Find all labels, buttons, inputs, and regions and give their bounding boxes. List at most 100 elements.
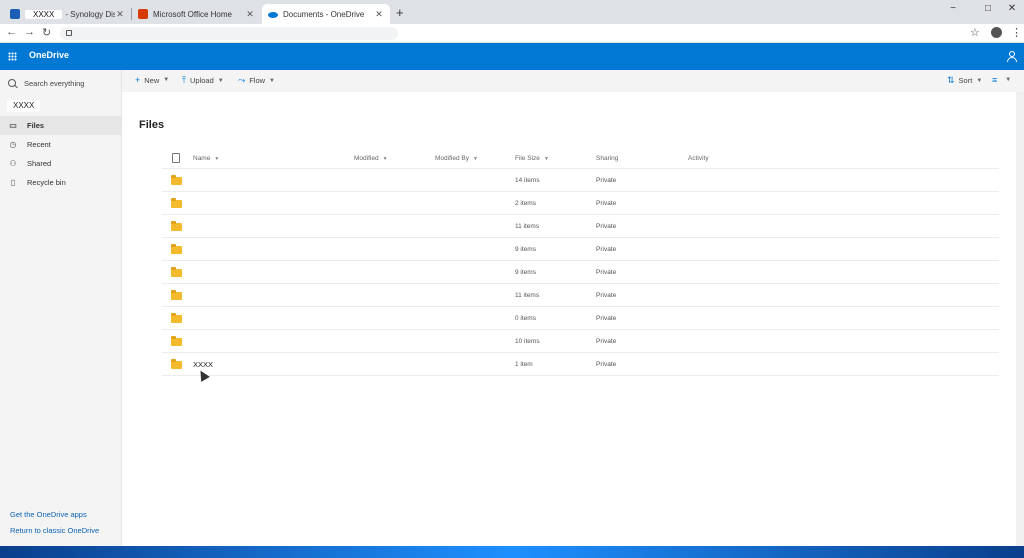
sidebar-item-recycle-bin[interactable]: ▯ Recycle bin: [0, 173, 121, 192]
sidebar-item-label: Recycle bin: [27, 178, 66, 187]
command-bar: + New ▼ ⤒ Upload ▼ ⤳ Flow ▼ ⇅ Sort ▼ ≡ ▼: [122, 70, 1024, 92]
left-navigation: Search everything XXXX ▭ Files ◷ Recent …: [0, 70, 122, 546]
column-header-file-size[interactable]: File Size ▼: [515, 155, 549, 162]
folder-icon: [171, 290, 182, 300]
app-launcher-waffle-icon[interactable]: [8, 52, 17, 61]
upload-label: Upload: [189, 76, 214, 85]
onedrive-cloud-favicon-icon: [268, 12, 278, 18]
flow-label: Flow: [249, 76, 266, 85]
trash-icon: ▯: [10, 178, 16, 187]
close-tab-icon[interactable]: ✕: [374, 9, 384, 20]
sidebar-item-recent[interactable]: ◷ Recent: [0, 135, 121, 154]
get-apps-link[interactable]: Get the OneDrive apps: [10, 510, 87, 519]
os-taskbar: [0, 546, 1024, 558]
column-header-name[interactable]: Name ▼: [193, 155, 219, 162]
table-row[interactable]: 0 items Private: [162, 307, 999, 330]
minimize-window-button[interactable]: −: [944, 3, 962, 14]
app-brand[interactable]: OneDrive: [29, 50, 69, 60]
upload-button[interactable]: ⤒ Upload ▼: [182, 75, 224, 86]
lock-icon: [66, 30, 72, 36]
table-row[interactable]: 11 items Private: [162, 215, 999, 238]
tab-office-home[interactable]: Microsoft Office Home ✕: [132, 4, 261, 24]
tab-label: - Synology Disk: [65, 9, 115, 19]
tab-label: Documents - OneDrive: [283, 9, 365, 19]
sidebar-item-files[interactable]: ▭ Files: [0, 116, 121, 135]
table-row[interactable]: 11 items Private: [162, 284, 999, 307]
row-file-size: 9 items: [515, 246, 536, 253]
view-options-button[interactable]: ≡ ▼: [992, 75, 1011, 85]
chevron-down-icon: ▼: [976, 77, 983, 84]
table-row[interactable]: XXXX 1 item Private: [162, 353, 999, 376]
maximize-window-button[interactable]: □: [979, 3, 997, 14]
column-header-activity[interactable]: Activity: [688, 155, 709, 162]
new-button[interactable]: + New ▼: [135, 75, 169, 85]
row-sharing: Private: [596, 200, 617, 207]
column-header-sharing[interactable]: Sharing: [596, 155, 618, 162]
browser-profile-avatar[interactable]: [991, 27, 1002, 38]
back-arrow-icon[interactable]: ←: [6, 26, 17, 38]
column-label: Name: [193, 155, 211, 162]
folder-icon: [171, 244, 182, 254]
bookmark-star-icon[interactable]: ☆: [970, 26, 980, 39]
folder-icon: [171, 175, 182, 185]
flow-button[interactable]: ⤳ Flow ▼: [238, 75, 275, 86]
column-header-modified-by[interactable]: Modified By ▼: [435, 155, 478, 162]
file-type-header-icon[interactable]: [172, 153, 180, 163]
chevron-down-icon: ▼: [382, 155, 388, 162]
sidebar-item-label: Shared: [27, 159, 52, 168]
table-row[interactable]: 9 items Private: [162, 261, 999, 284]
scrollbar[interactable]: [1016, 92, 1024, 546]
row-name[interactable]: XXXX: [193, 360, 213, 369]
tab-label: Microsoft Office Home: [153, 9, 232, 19]
folder-icon: [171, 313, 182, 323]
row-sharing: Private: [596, 177, 617, 184]
people-icon: ⚇: [9, 159, 17, 168]
classic-onedrive-link[interactable]: Return to classic OneDrive: [10, 526, 99, 535]
row-sharing: Private: [596, 315, 617, 322]
folder-icon: [171, 198, 182, 208]
table-row[interactable]: 9 items Private: [162, 238, 999, 261]
close-window-button[interactable]: ✕: [1003, 3, 1021, 14]
chevron-down-icon: ▼: [217, 77, 224, 84]
column-label: Modified: [354, 155, 379, 162]
row-file-size: 9 items: [515, 269, 536, 276]
close-tab-icon[interactable]: ✕: [245, 9, 255, 20]
table-row[interactable]: 10 items Private: [162, 330, 999, 353]
redacted-text: XXXX: [25, 9, 63, 19]
chevron-down-icon: ▼: [163, 77, 170, 83]
tab-onedrive-documents[interactable]: Documents - OneDrive ✕: [262, 4, 390, 24]
flow-icon: ⤳: [238, 75, 246, 85]
search-icon: [8, 79, 16, 87]
table-row[interactable]: 14 items Private: [162, 169, 999, 192]
sidebar-item-label: Files: [27, 121, 45, 130]
synology-favicon-icon: [10, 9, 20, 19]
sidebar-item-shared[interactable]: ⚇ Shared: [0, 154, 121, 173]
browser-tab-strip: XXXX- Synology Disk ✕ Microsoft Office H…: [0, 0, 1024, 24]
row-sharing: Private: [596, 246, 617, 253]
folder-icon: [171, 336, 182, 346]
tab-synology[interactable]: XXXX- Synology Disk ✕: [4, 4, 131, 24]
close-tab-icon[interactable]: ✕: [115, 9, 125, 20]
row-file-size: 1 item: [515, 361, 533, 368]
suite-header: OneDrive: [0, 43, 1024, 70]
account-name: XXXX: [7, 100, 41, 112]
row-sharing: Private: [596, 223, 617, 230]
account-person-icon[interactable]: [1007, 51, 1017, 62]
table-row[interactable]: 2 items Private: [162, 192, 999, 215]
folder-icon: [171, 267, 182, 277]
chevron-down-icon: ▼: [1005, 77, 1012, 83]
new-tab-button[interactable]: +: [396, 6, 404, 19]
column-header-modified[interactable]: Modified ▼: [354, 155, 388, 162]
url-input[interactable]: [60, 27, 398, 40]
sort-button[interactable]: ⇅ Sort ▼: [947, 75, 982, 86]
browser-menu-icon[interactable]: ⋮: [1011, 26, 1022, 39]
forward-arrow-icon[interactable]: →: [24, 26, 35, 38]
column-label: File Size: [515, 155, 540, 162]
search-box[interactable]: Search everything: [0, 74, 122, 92]
address-bar: ← → ↻ ☆ ⋮: [0, 24, 1024, 43]
list-view-icon: ≡: [992, 75, 998, 85]
reload-icon[interactable]: ↻: [42, 26, 51, 39]
row-file-size: 11 items: [515, 223, 540, 230]
row-file-size: 0 items: [515, 315, 536, 322]
folder-icon: [171, 221, 182, 231]
